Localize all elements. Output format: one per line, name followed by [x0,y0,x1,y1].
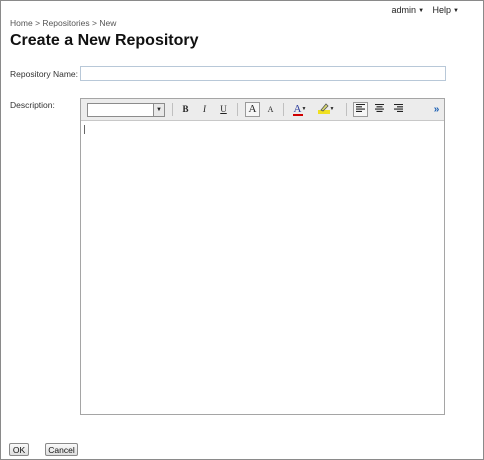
text-cursor [84,125,85,134]
highlighter-icon [317,103,330,114]
description-label: Description: [10,100,55,110]
font-shrink-icon: A [267,105,274,114]
user-menu: admin ▼ Help ▼ [386,5,459,15]
increase-font-size-button[interactable]: A [245,102,260,117]
caret-down-icon: ▼ [418,8,425,14]
breadcrumb-separator: > [92,18,97,28]
align-right-icon [394,103,403,112]
breadcrumb-repositories[interactable]: Repositories [42,18,89,28]
highlight-color-button[interactable]: ▼ [315,102,337,117]
caret-down-icon: ▼ [453,8,459,14]
page-title: Create a New Repository [10,32,199,49]
align-center-icon [375,103,384,112]
breadcrumb-current: New [99,18,117,28]
help-label: Help [432,5,452,15]
italic-button[interactable]: I [197,102,212,117]
underline-button[interactable]: U [216,102,231,117]
caret-down-icon: ▼ [329,106,335,112]
font-grow-icon: A [248,103,257,115]
caret-down-icon: ▼ [301,106,307,112]
toolbar-divider [237,103,238,116]
align-left-icon [356,103,365,112]
toolbar-divider [283,103,284,116]
breadcrumb-separator: > [35,18,41,28]
breadcrumb: Home > Repositories > New [10,18,116,28]
toolbar-divider [346,103,347,116]
repository-name-input[interactable] [80,66,446,81]
font-color-button[interactable]: A ▼ [289,102,311,117]
more-tools-button[interactable]: » [429,102,444,117]
page-frame: admin ▼ Help ▼ Home > Repositories > New C… [0,0,484,460]
user-menu-admin[interactable]: admin ▼ [392,5,424,15]
chevron-down-icon[interactable]: ▼ [153,104,164,116]
ok-button[interactable]: OK [9,443,29,456]
help-menu[interactable]: Help ▼ [433,5,459,15]
editor-toolbar: ▼ B I U A A A ▼ ▼ » [81,99,444,121]
align-right-button[interactable] [391,102,406,117]
user-name: admin [391,5,417,15]
breadcrumb-home[interactable]: Home [10,18,33,28]
align-left-button[interactable] [353,102,368,117]
cancel-button[interactable]: Cancel [45,443,78,456]
repository-name-label: Repository Name: [10,69,79,79]
description-text-area[interactable] [81,121,444,414]
bold-button[interactable]: B [178,102,193,117]
toolbar-divider [172,103,173,116]
font-select[interactable]: ▼ [87,103,165,117]
decrease-font-size-button[interactable]: A [263,102,278,117]
align-center-button[interactable] [372,102,387,117]
description-editor: ▼ B I U A A A ▼ ▼ » [80,98,445,415]
font-color-icon: A [292,103,303,116]
